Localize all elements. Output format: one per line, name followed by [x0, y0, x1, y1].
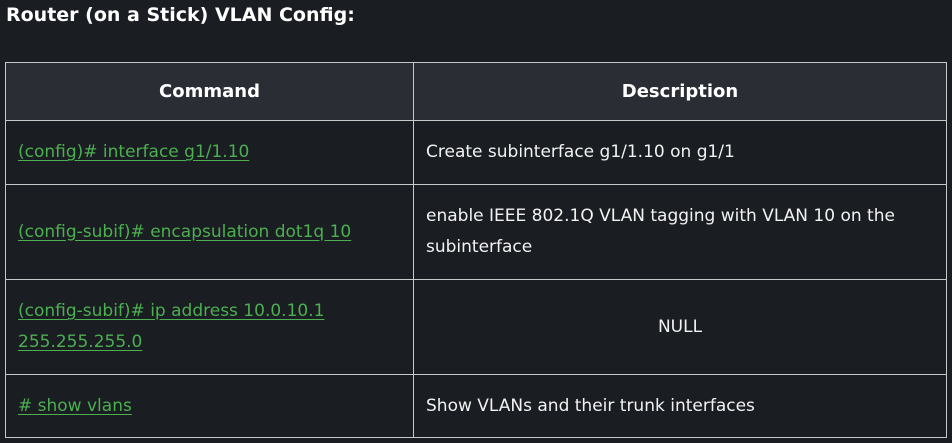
- description-cell: NULL: [413, 279, 947, 375]
- table-row: (config-subif)# encapsulation dot1q 10 e…: [5, 184, 947, 280]
- page-title: Router (on a Stick) VLAN Config:: [6, 4, 355, 26]
- command-cell: (config-subif)# ip address 10.0.10.1 255…: [5, 279, 414, 375]
- table-row: # show vlans Show VLANs and their trunk …: [5, 374, 947, 438]
- command-link[interactable]: (config-subif)# ip address 10.0.10.1 255…: [18, 301, 324, 352]
- column-header-command: Command: [5, 62, 414, 121]
- command-cell: # show vlans: [5, 374, 414, 438]
- column-header-description: Description: [413, 62, 947, 121]
- table-header-row: Command Description: [5, 62, 947, 121]
- command-link[interactable]: (config)# interface g1/1.10: [18, 142, 249, 162]
- description-cell: Show VLANs and their trunk interfaces: [413, 374, 947, 438]
- description-cell: Create subinterface g1/1.10 on g1/1: [413, 120, 947, 185]
- table-row: (config)# interface g1/1.10 Create subin…: [5, 120, 947, 185]
- command-cell: (config)# interface g1/1.10: [5, 120, 414, 185]
- command-link[interactable]: # show vlans: [18, 396, 132, 416]
- table-row: (config-subif)# ip address 10.0.10.1 255…: [5, 279, 947, 375]
- vlan-config-table: Command Description (config)# interface …: [5, 62, 947, 438]
- command-link[interactable]: (config-subif)# encapsulation dot1q 10: [18, 222, 351, 242]
- description-cell: enable IEEE 802.1Q VLAN tagging with VLA…: [413, 184, 947, 280]
- command-cell: (config-subif)# encapsulation dot1q 10: [5, 184, 414, 280]
